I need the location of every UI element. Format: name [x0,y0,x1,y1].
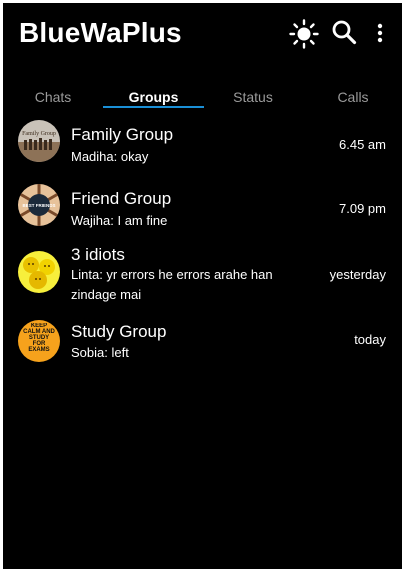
active-tab-indicator [103,106,204,108]
list-item[interactable]: Family Group Family Group Madiha: okay 6… [3,115,402,175]
last-message: Linta: yr errors he errors arahe han zin… [71,267,273,302]
group-avatar: Family Group [18,120,60,162]
friend-avatar-text: BEST FRIENDS [22,203,55,208]
group-avatar: BEST FRIENDS [18,184,60,226]
tab-calls[interactable]: Calls [313,87,393,109]
list-item[interactable]: KEEP CALM AND STUDY FOR EXAMS Study Grou… [3,315,402,373]
family-avatar-text: Family Group [22,131,56,137]
group-name: Friend Group [71,189,172,208]
tab-status[interactable]: Status [213,87,293,109]
search-icon[interactable] [331,19,357,45]
message-time: 7.09 pm [339,201,386,216]
list-item[interactable]: BEST FRIENDS Friend Group Wajiha: I am f… [3,179,402,239]
group-avatar [18,251,60,293]
tab-chats[interactable]: Chats [13,87,93,109]
last-message: Madiha: okay [71,149,149,164]
list-item[interactable]: 3 idiots Linta: yr errors he errors arah… [3,243,402,311]
message-time: yesterday [329,267,386,282]
tab-bar: Chats Groups Status Calls [3,87,402,113]
app-screen: BlueWaPlus Chats Groups Status Calls Fam… [3,3,402,569]
group-name: Study Group [71,322,167,341]
group-name: Family Group [71,125,174,144]
group-avatar: KEEP CALM AND STUDY FOR EXAMS [18,320,60,362]
app-bar: BlueWaPlus [3,3,402,67]
more-vertical-icon[interactable] [373,23,387,43]
last-message: Sobia: left [71,345,129,360]
message-time: today [354,332,386,347]
app-title: BlueWaPlus [19,17,182,48]
sun-icon[interactable] [289,19,319,49]
study-avatar-text: KEEP CALM AND STUDY FOR EXAMS [23,323,55,353]
group-name: 3 idiots [71,245,125,264]
last-message: Wajiha: I am fine [71,213,168,228]
message-time: 6.45 am [339,137,386,152]
